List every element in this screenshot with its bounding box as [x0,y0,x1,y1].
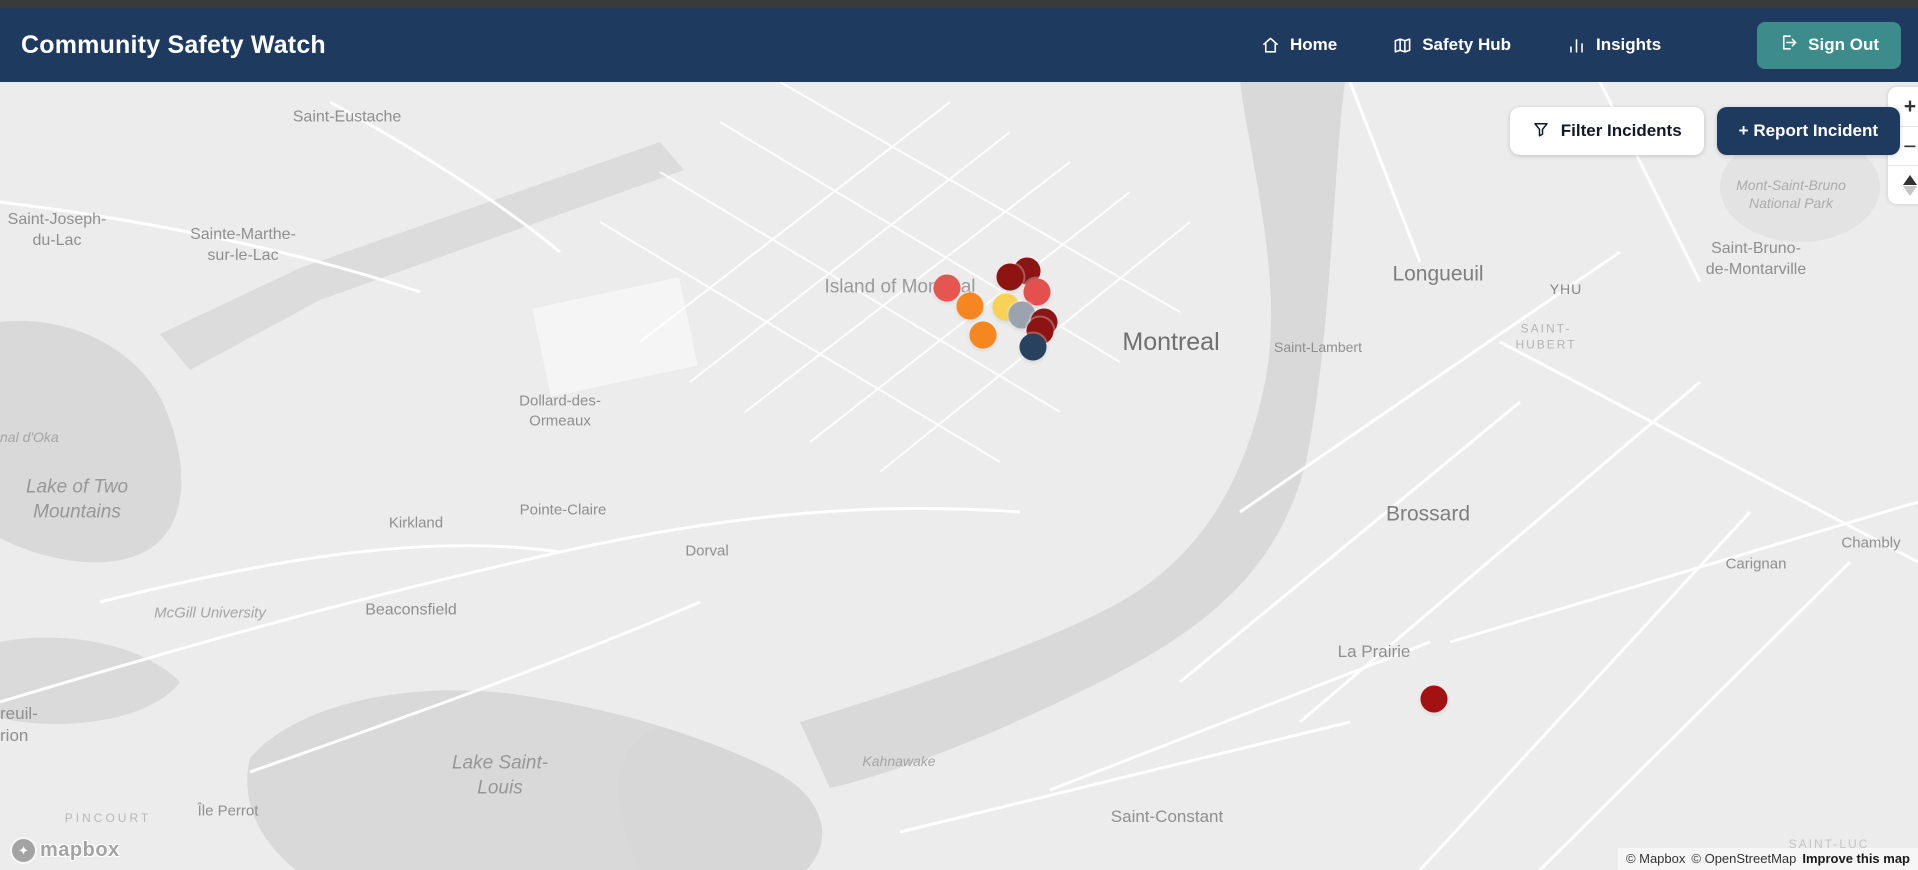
filter-incidents-label: Filter Incidents [1560,121,1682,140]
home-icon [1261,36,1280,55]
report-incident-button[interactable]: + Report Incident [1716,107,1900,155]
incident-marker[interactable] [1019,333,1047,361]
improve-this-map-link[interactable]: Improve this map [1802,851,1910,866]
incident-marker[interactable] [956,292,984,320]
top-strip [0,0,1918,8]
pitch-up-icon [1903,174,1917,185]
incident-marker[interactable] [1023,278,1051,306]
mapbox-logo-text: mapbox [40,839,120,861]
main-nav: Home Safety Hub Insights Sign Out [1261,21,1901,69]
sign-out-label: Sign Out [1808,35,1879,54]
bar-chart-icon [1567,36,1586,55]
pitch-toggle-button[interactable] [1888,165,1918,204]
incident-marker[interactable] [933,274,961,302]
nav-label-safety-hub: Safety Hub [1422,35,1511,54]
sign-out-icon [1779,33,1798,57]
incident-marker[interactable] [969,321,997,349]
map-attribution: © Mapbox © OpenStreetMap Improve this ma… [1617,848,1918,870]
map-icon [1393,36,1412,55]
nav-label-insights: Insights [1596,35,1662,54]
nav-item-safety-hub[interactable]: Safety Hub [1393,35,1511,55]
filter-incidents-button[interactable]: Filter Incidents [1509,107,1704,155]
nav-item-insights[interactable]: Insights [1567,35,1661,55]
attribution-osm-link[interactable]: © OpenStreetMap [1691,851,1796,866]
funnel-icon [1532,120,1550,143]
incident-marker[interactable] [1420,685,1448,713]
map-canvas[interactable]: Saint-Eustache Saint-Joseph- du-Lac Sainte… [0,82,1918,870]
app-header: Community Safety Watch Home Safety Hub I… [0,8,1918,82]
attribution-mapbox-link[interactable]: © Mapbox [1626,851,1685,866]
mapbox-logo[interactable]: ✦ mapbox [12,839,120,862]
nav-label-home: Home [1289,35,1338,54]
app-title: Community Safety Watch [21,30,326,59]
map-artwork [0,82,1918,870]
incident-marker[interactable] [996,263,1024,291]
map-toolbar: Filter Incidents + Report Incident [1509,107,1900,155]
mapbox-logo-icon: ✦ [12,839,35,862]
pitch-down-icon [1903,185,1917,196]
nav-item-home[interactable]: Home [1261,35,1337,55]
sign-out-button[interactable]: Sign Out [1757,21,1901,69]
